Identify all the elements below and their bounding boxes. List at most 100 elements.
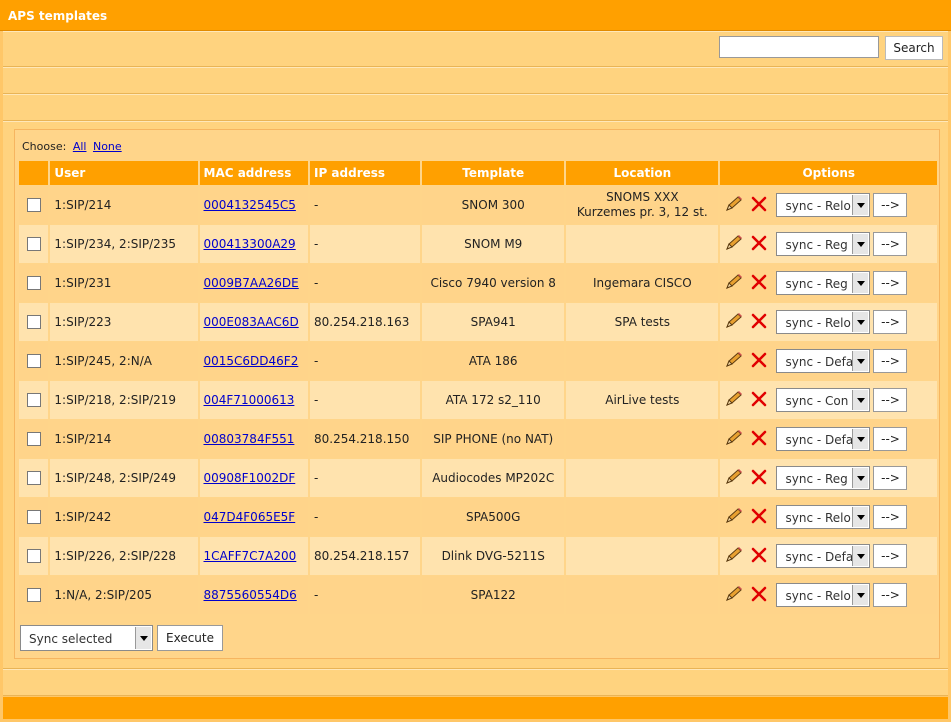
go-button[interactable]: --> <box>873 466 908 490</box>
execute-button[interactable]: Execute <box>157 625 223 651</box>
row-action-select[interactable]: sync - Defa <box>776 349 871 373</box>
delete-x-icon[interactable] <box>750 195 768 216</box>
table-row: 1:SIP/248, 2:SIP/249 00908F1002DF - Audioco… <box>19 459 937 497</box>
mac-link[interactable]: 0009B7AA26DE <box>204 276 299 290</box>
delete-x-icon[interactable] <box>750 468 768 489</box>
pencil-icon[interactable] <box>724 195 744 216</box>
row-checkbox[interactable] <box>26 198 41 213</box>
mac-cell: 8875560554D6 <box>199 576 308 614</box>
delete-x-icon[interactable] <box>750 312 768 333</box>
go-button[interactable]: --> <box>873 271 908 295</box>
options-cell: sync - Con --> <box>720 381 937 419</box>
pencil-icon[interactable] <box>724 468 744 489</box>
row-action-select[interactable]: sync - Reg <box>776 232 871 256</box>
search-button[interactable]: Search <box>885 36 943 60</box>
delete-x-icon[interactable] <box>750 585 768 606</box>
ip-cell: 80.254.218.163 <box>309 303 421 341</box>
go-button[interactable]: --> <box>873 544 908 568</box>
delete-x-icon[interactable] <box>750 351 768 372</box>
row-action-select[interactable]: sync - Defa <box>776 427 871 451</box>
user-cell: 1:SIP/223 <box>50 303 198 341</box>
delete-x-icon[interactable] <box>750 234 768 255</box>
options-cell: sync - Relo --> <box>720 186 937 224</box>
pencil-icon[interactable] <box>724 429 744 450</box>
row-action-select[interactable]: sync - Reg <box>776 466 871 490</box>
go-button[interactable]: --> <box>873 505 908 529</box>
delete-x-icon[interactable] <box>750 429 768 450</box>
chevron-down-icon <box>852 312 869 332</box>
table-row: 1:N/A, 2:SIP/205 8875560554D6- SPA122 sync … <box>19 576 937 614</box>
mac-link[interactable]: 004F71000613 <box>204 393 295 407</box>
ip-cell: 80.254.218.150 <box>309 420 421 458</box>
header-location: Location <box>566 161 719 185</box>
row-checkbox[interactable] <box>26 510 41 525</box>
row-checkbox[interactable] <box>26 237 41 252</box>
mac-link[interactable]: 00803784F551 <box>204 432 295 446</box>
chevron-down-icon <box>852 390 869 410</box>
search-input[interactable] <box>719 36 879 58</box>
row-action-select[interactable]: sync - Relo <box>776 583 871 607</box>
row-checkbox[interactable] <box>26 432 41 447</box>
row-checkbox[interactable] <box>26 354 41 369</box>
row-action-select[interactable]: sync - Con <box>776 388 871 412</box>
pencil-icon[interactable] <box>724 546 744 567</box>
options-cell: sync - Relo --> <box>720 303 937 341</box>
mac-link[interactable]: 00908F1002DF <box>204 471 296 485</box>
location-line-1: SNOMS XXX <box>606 190 679 204</box>
mac-link[interactable]: 000E083AAC6D <box>204 315 299 329</box>
pencil-icon[interactable] <box>724 234 744 255</box>
row-action-select[interactable]: sync - Relo <box>776 505 871 529</box>
go-button[interactable]: --> <box>873 232 908 256</box>
pencil-icon[interactable] <box>724 390 744 411</box>
delete-x-icon[interactable] <box>750 390 768 411</box>
choose-none-link[interactable]: None <box>93 140 122 153</box>
delete-x-icon[interactable] <box>750 273 768 294</box>
pencil-icon[interactable] <box>724 585 744 606</box>
delete-x-icon[interactable] <box>750 546 768 567</box>
mac-cell: 000413300A29 <box>199 225 308 263</box>
row-checkbox[interactable] <box>26 588 41 603</box>
go-button[interactable]: --> <box>873 427 908 451</box>
go-button[interactable]: --> <box>873 193 908 217</box>
row-action-value: sync - Relo <box>785 199 851 213</box>
choose-all-link[interactable]: All <box>73 140 87 153</box>
row-checkbox[interactable] <box>26 549 41 564</box>
mac-link[interactable]: 000413300A29 <box>204 237 296 251</box>
mac-cell: 1CAFF7C7A200 <box>199 537 308 575</box>
location-line-1: SPA tests <box>614 314 671 329</box>
pencil-icon[interactable] <box>724 312 744 333</box>
row-checkbox[interactable] <box>26 471 41 486</box>
bulk-action-value: Sync selected <box>29 632 113 646</box>
row-checkbox[interactable] <box>26 276 41 291</box>
table-header-row: User MAC address IP address Template Loc… <box>19 161 937 185</box>
table-row: 1:SIP/242 047D4F065E5F - SPA500G sync - Relo… <box>19 498 937 536</box>
chevron-down-icon <box>852 273 869 293</box>
pencil-icon[interactable] <box>724 273 744 294</box>
go-button[interactable]: --> <box>873 310 908 334</box>
row-checkbox[interactable] <box>26 315 41 330</box>
bulk-action-select[interactable]: Sync selected <box>20 625 153 651</box>
mac-link[interactable]: 047D4F065E5F <box>204 510 296 524</box>
row-action-select[interactable]: sync - Reg <box>776 271 871 295</box>
mac-link[interactable]: 1CAFF7C7A200 <box>204 549 297 563</box>
go-button[interactable]: --> <box>873 583 908 607</box>
location-cell <box>566 459 719 497</box>
mac-link[interactable]: 0015C6DD46F2 <box>204 354 299 368</box>
delete-x-icon[interactable] <box>750 507 768 528</box>
row-action-select[interactable]: sync - Defa <box>776 544 871 568</box>
chevron-down-icon <box>852 429 869 449</box>
pencil-icon[interactable] <box>724 351 744 372</box>
row-action-select[interactable]: sync - Relo <box>776 310 871 334</box>
template-cell: Dlink DVG-5211S <box>422 537 565 575</box>
go-button[interactable]: --> <box>873 349 908 373</box>
mac-link[interactable]: 0004132545C5 <box>204 198 296 212</box>
chevron-down-icon <box>852 468 869 488</box>
row-checkbox[interactable] <box>26 393 41 408</box>
location-cell <box>566 342 719 380</box>
row-action-select[interactable]: sync - Relo <box>776 193 871 217</box>
mac-link[interactable]: 8875560554D6 <box>204 588 297 602</box>
go-button[interactable]: --> <box>873 388 908 412</box>
pencil-icon[interactable] <box>724 507 744 528</box>
ip-cell: - <box>309 342 421 380</box>
table-row: 1:SIP/218, 2:SIP/219 004F71000613- ATA 172… <box>19 381 937 419</box>
